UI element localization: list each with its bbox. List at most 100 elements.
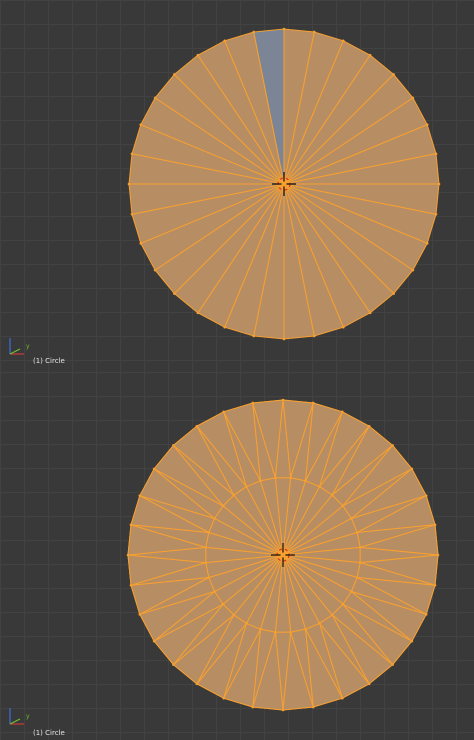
mesh-vertex [172, 444, 175, 447]
axis-y-label: y [26, 343, 30, 350]
mesh-vertex [425, 123, 429, 126]
mesh-vertex [411, 268, 415, 272]
mesh-vertex [289, 476, 292, 480]
mesh-vertex [425, 242, 429, 245]
mesh-vertex [252, 334, 256, 338]
mesh-vertex [289, 630, 292, 634]
mesh-vertex [139, 242, 143, 245]
mesh-vertex [223, 325, 226, 329]
mesh-vertex [367, 682, 371, 686]
mesh-vertex [282, 27, 286, 31]
mesh-vertex [138, 494, 142, 497]
mesh-vertex [312, 30, 316, 34]
mesh-vertex [318, 622, 321, 625]
mesh-vertex [153, 268, 157, 272]
mesh-vertex [350, 517, 353, 520]
mesh-vertex [221, 504, 225, 508]
mesh-vertex [222, 410, 225, 414]
mesh-vertex [129, 523, 133, 527]
mesh-vertex [312, 334, 316, 338]
mesh-vertex [204, 561, 208, 564]
mesh-vertex [392, 292, 395, 295]
mesh-vertex [355, 576, 359, 579]
circle-ring-mesh[interactable] [0, 372, 474, 740]
mesh-vertex [274, 630, 277, 634]
mesh-vertex [173, 73, 176, 76]
mesh-vertex [129, 583, 133, 587]
mesh-vertex [434, 212, 438, 216]
mesh-vertex [245, 485, 248, 488]
mesh-vertex [213, 590, 216, 593]
mesh-vertex [232, 493, 236, 497]
mesh-vertex [223, 39, 226, 43]
circle-fan-mesh[interactable] [0, 0, 474, 372]
mesh-vertex [221, 602, 225, 606]
viewport-bottom[interactable]: y (1) Circle [0, 372, 474, 740]
mesh-vertex [330, 493, 334, 497]
mesh-vertex [195, 682, 199, 686]
mesh-vertex [281, 398, 285, 402]
mesh-vertex [367, 424, 371, 428]
mesh-vertex [342, 325, 345, 329]
mesh-vertex [251, 401, 255, 405]
mesh-vertex [196, 53, 200, 57]
mesh-vertex [311, 705, 315, 709]
mesh-vertex [213, 517, 216, 520]
mesh-vertex [355, 531, 359, 534]
object-name-label: (1) Circle [33, 357, 65, 365]
mesh-vertex [252, 30, 256, 34]
mesh-vertex [245, 622, 248, 625]
mesh-vertex [139, 123, 143, 126]
mesh-vertex [126, 553, 130, 557]
mesh-vertex [392, 73, 395, 76]
mesh-vertex [172, 663, 175, 666]
mesh-vertex [195, 424, 199, 428]
mesh-vertex [434, 152, 438, 156]
mesh-vertex [330, 613, 334, 617]
viewport-top[interactable]: y (1) Circle [0, 0, 474, 372]
mesh-vertex [304, 479, 307, 483]
mesh-vertex [437, 182, 441, 186]
mesh-vertex [410, 639, 414, 643]
mesh-vertex [138, 613, 142, 616]
mesh-vertex [127, 182, 131, 186]
mesh-vertex [232, 613, 236, 617]
mesh-vertex [358, 546, 362, 549]
mesh-vertex [350, 590, 353, 593]
mesh-vertex [259, 627, 262, 631]
object-name-label: (1) Circle [33, 729, 65, 737]
mesh-vertex [130, 212, 134, 216]
mesh-vertex [368, 53, 372, 57]
mesh-vertex [341, 696, 344, 700]
mesh-vertex [341, 504, 345, 508]
mesh-vertex [152, 467, 156, 471]
mesh-vertex [207, 576, 211, 579]
mesh-vertex [411, 96, 415, 100]
mesh-vertex [436, 553, 440, 557]
mesh-vertex [222, 696, 225, 700]
mesh-vertex [341, 410, 344, 414]
mesh-vertex [368, 311, 372, 315]
mesh-vertex [410, 467, 414, 471]
mesh-vertex [358, 561, 362, 564]
mesh-vertex [424, 613, 428, 616]
mesh-vertex [207, 531, 211, 534]
mesh-vertex [318, 485, 321, 488]
mesh-vertex [311, 401, 315, 405]
mesh-vertex [130, 152, 134, 156]
mesh-vertex [274, 476, 277, 480]
mesh-vertex [281, 708, 285, 712]
mesh-vertex [433, 583, 437, 587]
mesh-vertex [282, 337, 286, 341]
mesh-vertex [152, 639, 156, 643]
mesh-vertex [259, 479, 262, 483]
mesh-vertex [204, 546, 208, 549]
mesh-vertex [391, 444, 394, 447]
mesh-vertex [433, 523, 437, 527]
mesh-vertex [341, 602, 345, 606]
mesh-vertex [342, 39, 345, 43]
mesh-vertex [153, 96, 157, 100]
mesh-vertex [173, 292, 176, 295]
mesh-vertex [391, 663, 394, 666]
mesh-vertex [196, 311, 200, 315]
